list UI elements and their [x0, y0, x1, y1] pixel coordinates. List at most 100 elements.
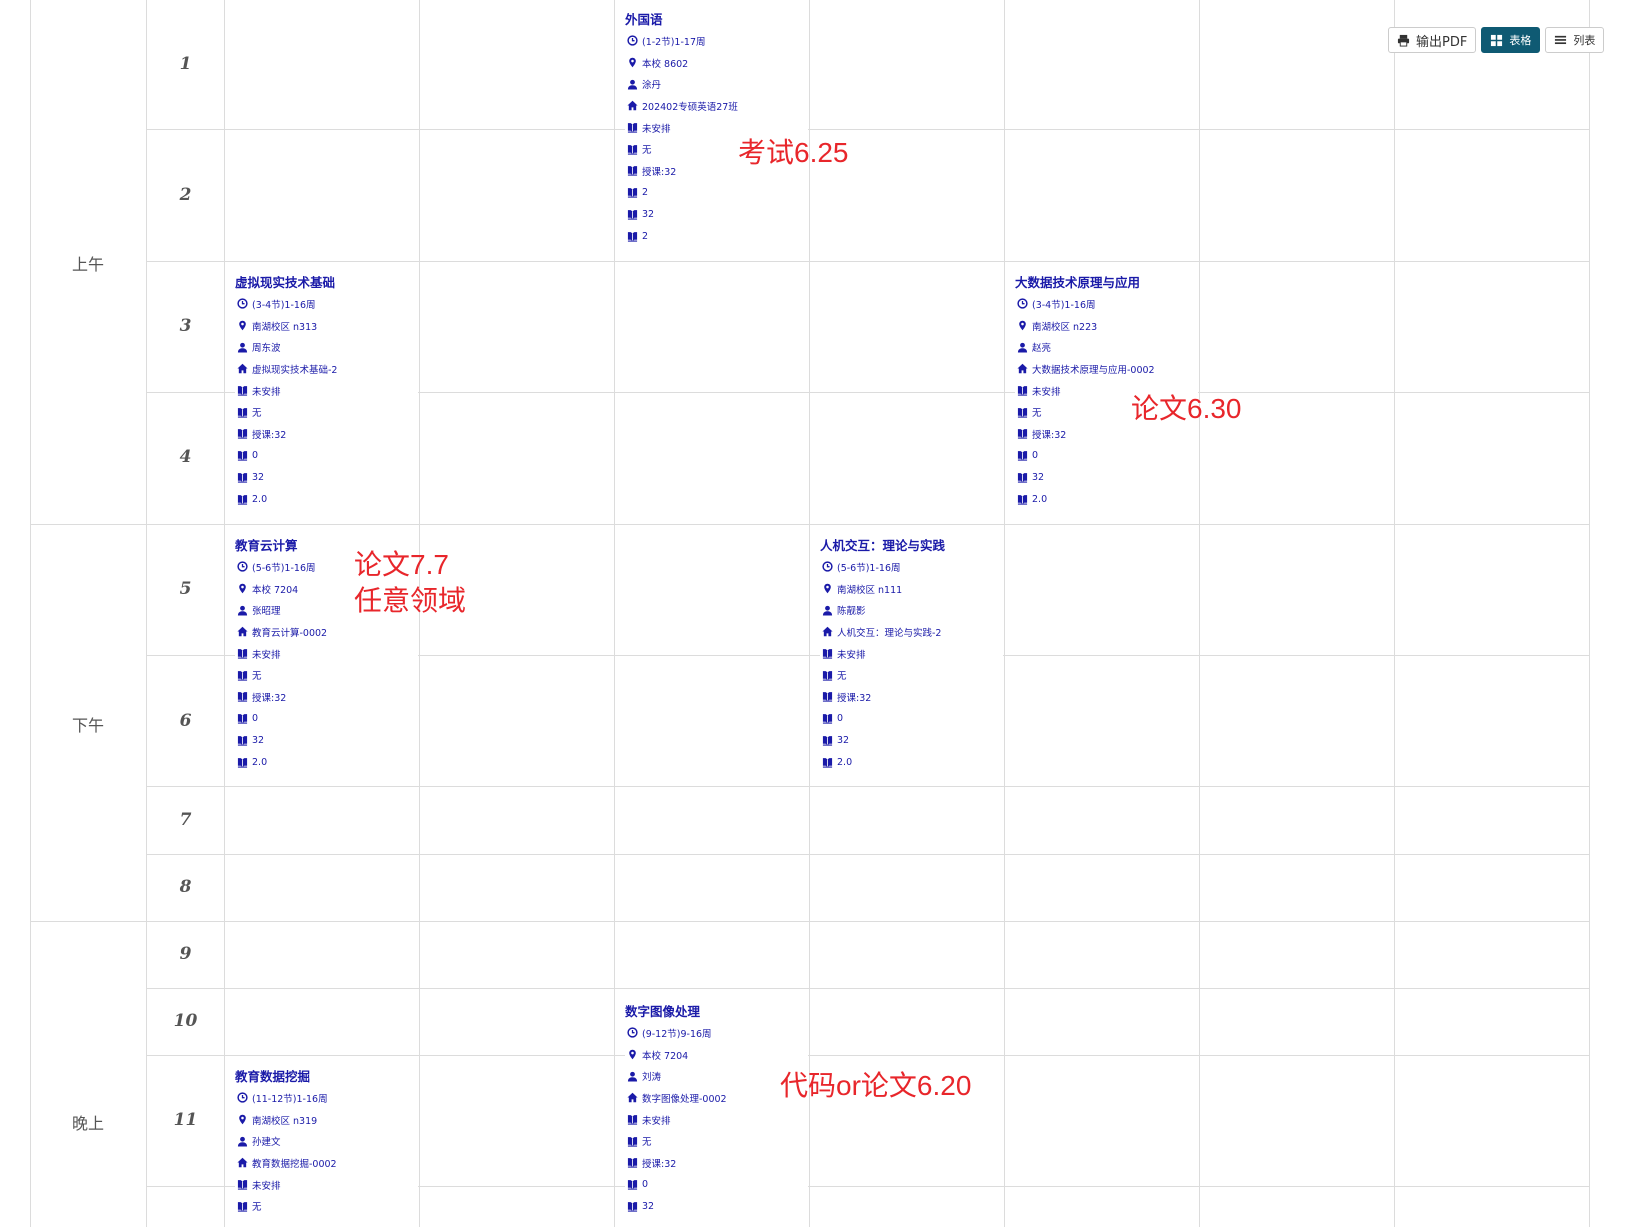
course-hours: 授课:32 — [1032, 429, 1067, 441]
home-icon — [235, 1157, 249, 1169]
course-value: 0 — [252, 450, 259, 462]
section-number: 9 — [179, 944, 192, 964]
course-value: 2 — [642, 187, 649, 199]
course-title[interactable]: 人机交互：理论与实践 — [820, 535, 1003, 556]
book-icon — [1015, 493, 1029, 505]
section-number: 8 — [179, 877, 192, 897]
export-pdf-label: 输出PDF — [1416, 34, 1468, 50]
course-time: (1-2节)1-17周 — [642, 36, 706, 48]
course-value: 0 — [252, 713, 259, 725]
clock-icon — [235, 1092, 249, 1104]
course-hours: 授课:32 — [642, 1158, 677, 1170]
course-title[interactable]: 数字图像处理 — [625, 1001, 808, 1022]
course-title[interactable]: 教育数据挖掘 — [235, 1066, 418, 1087]
course-card[interactable]: 数字图像处理 (9-12节)9-16周 本校 7204 刘涛 数字图像处理-00… — [625, 1001, 808, 1227]
grid-line — [146, 854, 1589, 855]
location-pin-icon — [1015, 320, 1029, 332]
grid-line — [146, 988, 1589, 989]
home-icon — [235, 363, 249, 375]
course-time: (9-12节)9-16周 — [642, 1028, 712, 1040]
export-pdf-button[interactable]: 输出PDF — [1388, 27, 1477, 53]
course-location: 南湖校区 n313 — [252, 321, 318, 333]
book-icon — [820, 648, 834, 660]
course-note: 无 — [837, 671, 847, 683]
course-class: 教育数据挖掘-0002 — [252, 1158, 337, 1170]
book-icon — [1015, 406, 1029, 418]
book-icon — [820, 691, 834, 703]
course-card[interactable]: 虚拟现实技术基础 (3-4节)1-16周 南湖校区 n313 周东波 虚拟现实技… — [235, 272, 418, 510]
course-time: (3-4节)1-16周 — [1032, 299, 1096, 311]
table-view-button[interactable]: 表格 — [1481, 27, 1541, 53]
book-icon — [625, 122, 639, 134]
book-icon — [235, 406, 249, 418]
list-view-button[interactable]: 列表 — [1545, 27, 1605, 53]
book-icon — [820, 713, 834, 725]
list-view-label: 列表 — [1573, 34, 1596, 47]
book-icon — [625, 208, 639, 220]
course-hours: 授课:32 — [837, 692, 872, 704]
course-hours: 授课:32 — [642, 166, 677, 178]
course-value: 0 — [837, 713, 844, 725]
course-hours: 授课:32 — [252, 692, 287, 704]
grid-line — [1199, 0, 1200, 1227]
course-location: 本校 7204 — [642, 1050, 689, 1062]
home-icon — [820, 626, 834, 638]
course-time: (5-6节)1-16周 — [252, 562, 316, 574]
course-note: 无 — [252, 671, 262, 683]
user-icon — [1015, 341, 1029, 353]
clock-icon — [820, 561, 834, 573]
course-credit: 2 — [642, 230, 649, 242]
location-pin-icon — [820, 583, 834, 595]
course-arrangement: 未安排 — [252, 649, 281, 661]
course-time: (3-4节)1-16周 — [252, 299, 316, 311]
annotation-paper-date: 论文7.7 — [354, 549, 449, 580]
user-icon — [235, 341, 249, 353]
book-icon — [1015, 450, 1029, 462]
course-time: (5-6节)1-16周 — [837, 562, 901, 574]
grid-line — [1394, 0, 1395, 1227]
book-icon — [625, 1200, 639, 1212]
course-time: (11-12节)1-16周 — [252, 1093, 328, 1105]
section-number: 7 — [179, 810, 192, 830]
grid-line — [809, 0, 810, 1227]
grid-line — [614, 0, 615, 1227]
book-icon — [235, 713, 249, 725]
table-view-label: 表格 — [1509, 34, 1532, 47]
course-teacher: 周东波 — [252, 343, 281, 355]
clock-icon — [625, 35, 639, 47]
course-teacher: 孙建文 — [252, 1137, 281, 1149]
book-icon — [625, 187, 639, 199]
annotation-exam-date: 考试6.25 — [738, 137, 849, 168]
book-icon — [625, 1135, 639, 1147]
course-card[interactable]: 教育数据挖掘 (11-12节)1-16周 南湖校区 n319 孙建文 教育数据挖… — [235, 1066, 418, 1227]
course-title[interactable]: 虚拟现实技术基础 — [235, 272, 418, 293]
course-class: 教育云计算-0002 — [252, 627, 328, 639]
course-card[interactable]: 外国语 (1-2节)1-17周 本校 8602 涂丹 202402专硕英语27班… — [625, 9, 808, 247]
grid-line — [146, 1055, 1589, 1056]
course-arrangement: 未安排 — [642, 123, 671, 135]
course-title[interactable]: 外国语 — [625, 9, 808, 30]
section-number: 5 — [179, 579, 192, 599]
course-value: 32 — [1032, 471, 1045, 483]
course-note: 无 — [252, 1202, 262, 1214]
course-arrangement: 未安排 — [837, 649, 866, 661]
course-teacher: 刘涛 — [642, 1072, 662, 1084]
course-teacher: 张昭理 — [252, 606, 281, 618]
section-number: 6 — [179, 711, 192, 731]
course-note: 无 — [642, 1137, 652, 1149]
book-icon — [235, 428, 249, 440]
grid-line — [224, 0, 225, 1227]
course-arrangement: 未安排 — [252, 386, 281, 398]
course-value: 32 — [642, 1200, 655, 1212]
view-toolbar: 输出PDF 表格 列表 — [1388, 27, 1605, 53]
grid-view-icon — [1491, 34, 1503, 46]
printer-icon — [1397, 34, 1410, 47]
book-icon — [235, 385, 249, 397]
annotation-any-field: 任意领域 — [354, 585, 467, 616]
course-title[interactable]: 大数据技术原理与应用 — [1015, 272, 1198, 293]
period-afternoon: 下午 — [71, 716, 104, 735]
annotation-code-or-paper: 代码or论文6.20 — [780, 1070, 972, 1101]
user-icon — [625, 78, 639, 90]
course-card[interactable]: 人机交互：理论与实践 (5-6节)1-16周 南湖校区 n111 陈靓影 人机交… — [820, 535, 1003, 773]
section-number: 1 — [179, 54, 192, 74]
